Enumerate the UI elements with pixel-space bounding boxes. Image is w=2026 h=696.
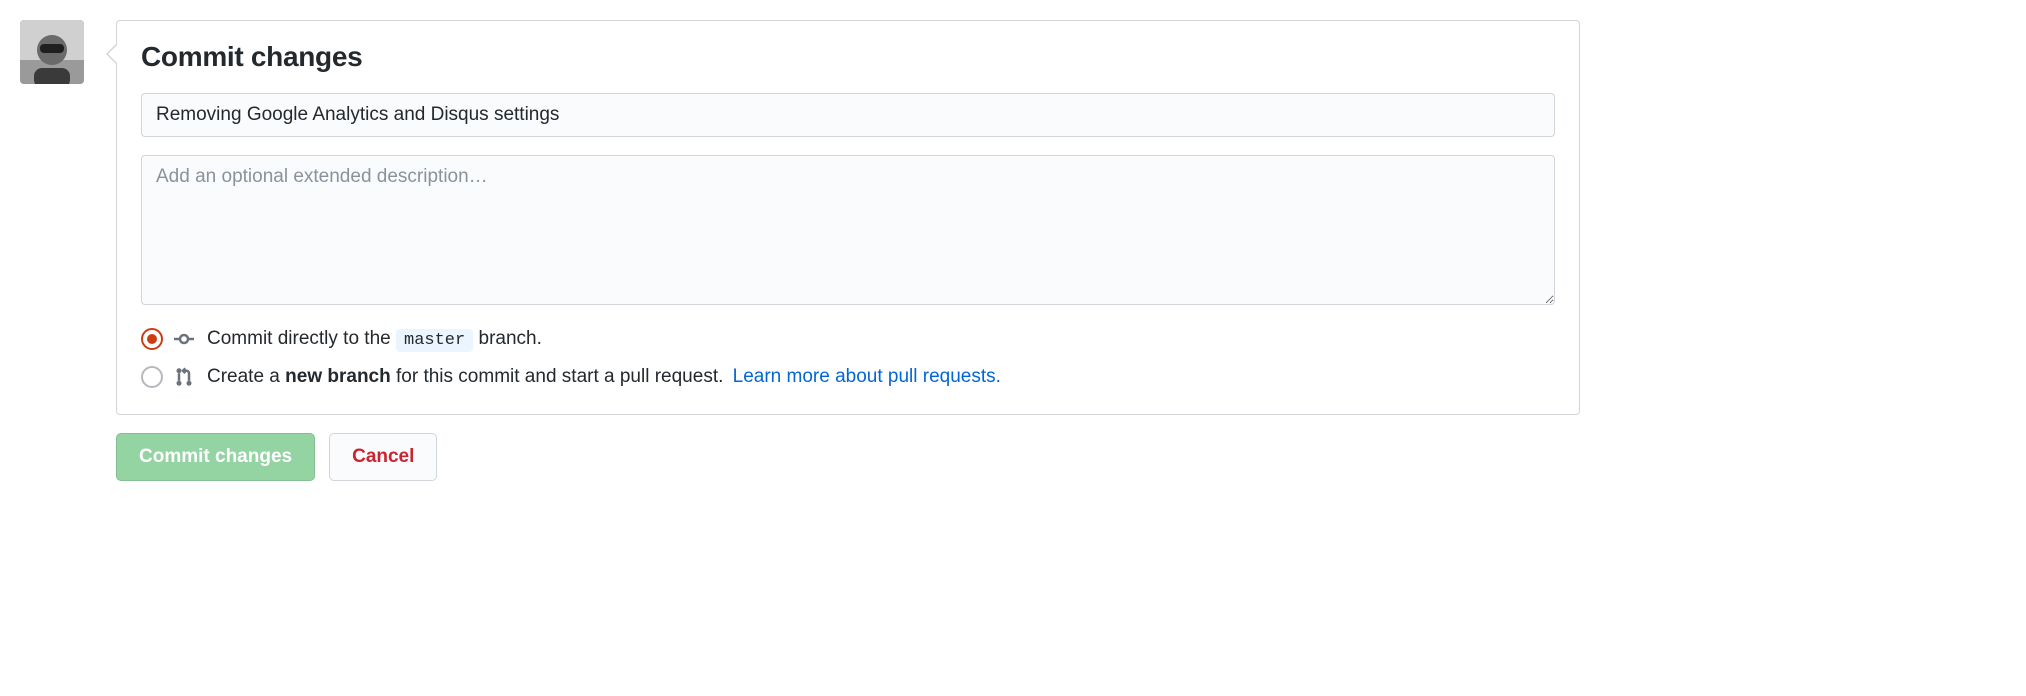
page-title: Commit changes (141, 41, 1555, 73)
git-pull-request-icon (173, 366, 195, 388)
avatar[interactable] (20, 20, 84, 84)
cancel-button[interactable]: Cancel (329, 433, 437, 481)
new-branch-label: Create a new branch for this commit and … (207, 366, 1001, 388)
commit-direct-label: Commit directly to the master branch. (207, 328, 542, 350)
commit-form-box: Commit changes Commit directly to the ma… (116, 20, 1580, 415)
commit-description-textarea[interactable] (141, 155, 1555, 305)
branch-name-code: master (396, 329, 473, 352)
new-branch-option[interactable]: Create a new branch for this commit and … (141, 366, 1555, 388)
radio-unselected-icon[interactable] (141, 366, 163, 388)
commit-changes-button[interactable]: Commit changes (116, 433, 315, 481)
commit-summary-input[interactable] (141, 93, 1555, 137)
action-buttons: Commit changes Cancel (116, 433, 1580, 481)
learn-more-link[interactable]: Learn more about pull requests. (733, 366, 1001, 387)
radio-selected-icon[interactable] (141, 328, 163, 350)
commit-direct-option[interactable]: Commit directly to the master branch. (141, 328, 1555, 350)
git-commit-icon (173, 328, 195, 350)
